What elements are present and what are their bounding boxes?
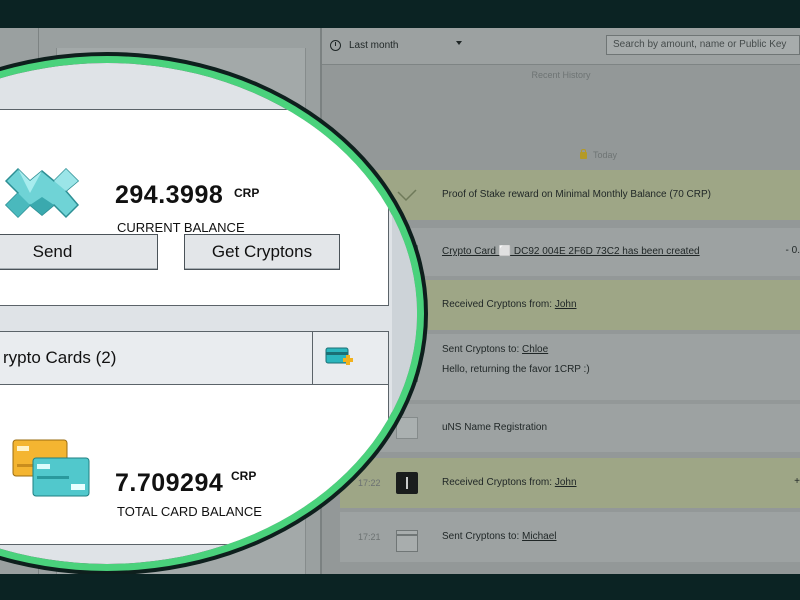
transaction-line: Received Cryptons from: John [442,473,577,493]
get-cryptons-button[interactable]: Get Cryptons [184,234,340,270]
transaction-text: Sent Cryptons to: [442,344,523,355]
crystal-logo-icon [4,167,80,219]
clock-icon [330,39,341,51]
transaction-description: Sent Cryptons to: Michael [442,527,557,547]
transaction-line: Crypto Card ⬜ DC92 004E 2F6D 73C2 has be… [442,242,700,262]
frame-top-bar [0,0,800,28]
transaction-link[interactable]: Crypto Card ⬜ DC92 004E 2F6D 73C2 has be… [442,246,700,257]
balance-unit: CRP [234,186,260,200]
transaction-text: uNS Name Registration [442,422,548,433]
transaction-description: Crypto Card ⬜ DC92 004E 2F6D 73C2 has be… [442,242,700,262]
transaction-description: Received Cryptons from: John [442,473,577,493]
transaction-amount: - 0. [785,245,800,256]
transaction-description: Received Cryptons from: John [442,295,577,315]
transaction-link[interactable]: Chloe [522,344,548,355]
chevron-down-icon [456,41,462,45]
add-card-icon[interactable] [325,345,355,371]
lock-icon [580,148,587,159]
balance-label: CURRENT BALANCE [117,220,245,235]
card-stack-icon [12,439,90,497]
crypto-cards-title: rypto Cards (2) [3,348,117,367]
period-dropdown[interactable]: Last month [330,34,470,56]
today-header: Today [580,148,618,160]
transaction-line: Received Cryptons from: John [442,295,577,315]
today-label: Today [593,150,618,160]
transaction-link[interactable]: Michael [522,531,556,542]
balance-value: 294.3998 [115,181,224,209]
send-button[interactable]: Send [0,234,158,270]
transaction-description: Proof of Stake reward on Minimal Monthly… [442,185,711,205]
wallet-app-window: Last month Search by amount, name or Pub… [0,28,800,574]
transaction-line: Proof of Stake reward on Minimal Monthly… [442,185,711,205]
transaction-line: Sent Cryptons to: Michael [442,527,557,547]
card-total-label: TOTAL CARD BALANCE [117,504,262,519]
magnified-scroll-area [392,63,417,564]
transaction-text: Received Cryptons from: [442,299,555,310]
transaction-link[interactable]: John [555,477,577,488]
transaction-description: Sent Cryptons to: Chloe Hello, returning … [442,340,590,380]
transaction-description: uNS Name Registration [442,418,547,438]
transaction-amount: + [794,476,800,487]
search-input[interactable]: Search by amount, name or Public Key [606,35,800,55]
transaction-text: Proof of Stake reward on Minimal Monthly… [442,189,712,200]
header-separator [312,332,313,384]
transaction-line: uNS Name Registration [442,418,547,438]
transaction-link[interactable]: John [555,299,577,310]
magnifier-view: 294.3998 CRP CURRENT BALANCE Send Get Cr… [0,63,417,564]
card-total-value: 7.709294 [115,469,224,497]
card-total-unit: CRP [231,469,257,483]
transaction-line: Sent Cryptons to: Chloe [442,340,590,360]
transaction-text: Sent Cryptons to: [442,531,523,542]
history-toolbar: Last month Search by amount, name or Pub… [322,28,800,65]
magnifier-ring: 294.3998 CRP CURRENT BALANCE Send Get Cr… [0,56,424,571]
transaction-text: Received Cryptons from: [442,477,555,488]
transaction-note: Hello, returning the favor 1CRP :) [442,364,590,375]
period-label: Last month [349,39,399,51]
frame-bottom-bar [0,574,800,600]
